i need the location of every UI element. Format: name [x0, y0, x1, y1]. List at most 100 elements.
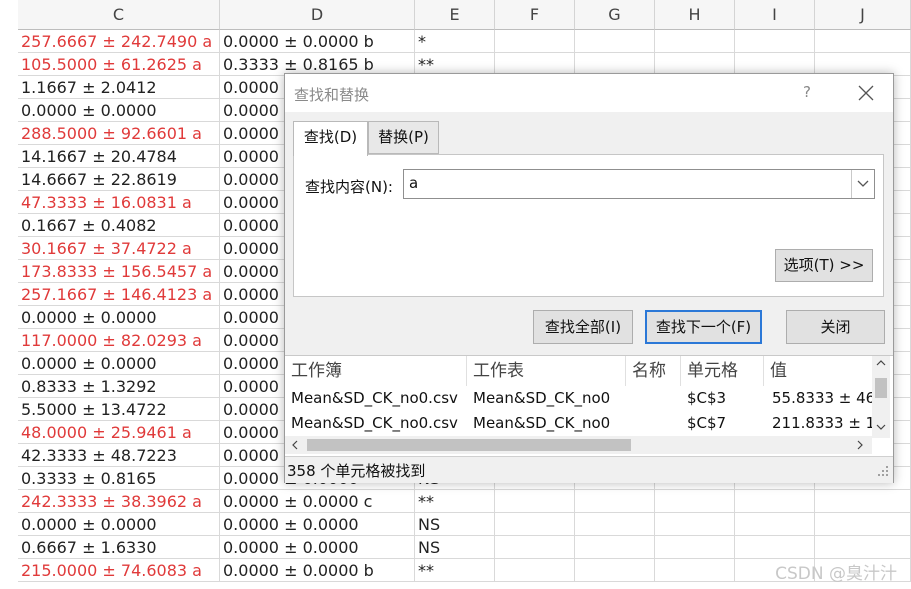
sheet-row: 257.6667 ± 242.7490 a 0.0000 ± 0.0000 b * [0, 30, 911, 53]
cell-c[interactable]: 257.6667 ± 242.7490 a [18, 30, 220, 53]
cell-c[interactable]: 14.6667 ± 22.8619 [18, 168, 220, 191]
cell-d[interactable]: 0.0000 ± 0.0000 [220, 536, 415, 559]
help-button[interactable]: ? [803, 83, 811, 101]
result-cell: $C$7 [687, 414, 727, 432]
vertical-scroll-arrows-icon [875, 360, 887, 430]
chevron-down-icon [857, 180, 869, 187]
find-next-button[interactable]: 查找下一个(F) [645, 310, 762, 344]
watermark: CSDN @臭汁汁 [775, 564, 897, 584]
cell-c[interactable]: 215.0000 ± 74.6083 a [18, 559, 220, 582]
cell-empty[interactable] [575, 490, 655, 513]
cell-c[interactable]: 242.3333 ± 38.3962 a [18, 490, 220, 513]
cell-e[interactable]: ** [415, 490, 495, 513]
column-header-c[interactable]: C [18, 0, 220, 30]
cell-c[interactable]: 30.1667 ± 37.4722 a [18, 237, 220, 260]
cell-c[interactable]: 0.6667 ± 1.6330 [18, 536, 220, 559]
find-all-button[interactable]: 查找全部(I) [533, 310, 633, 344]
tab-find[interactable]: 查找(D) [293, 121, 368, 156]
results-header-name[interactable]: 名称 [626, 356, 681, 386]
result-value: 211.8333 ± 1 [772, 414, 872, 432]
cell-empty[interactable] [735, 30, 815, 53]
column-header-e[interactable]: E [415, 0, 495, 30]
cell-empty[interactable] [575, 536, 655, 559]
cell-empty[interactable] [735, 513, 815, 536]
cell-empty[interactable] [495, 490, 575, 513]
cell-empty[interactable] [735, 490, 815, 513]
resize-grip-icon[interactable] [877, 465, 889, 477]
cell-c[interactable]: 42.3333 ± 48.7223 [18, 444, 220, 467]
find-label: 查找内容(N): [305, 178, 393, 196]
cell-empty[interactable] [655, 559, 735, 582]
results-header-workbook[interactable]: 工作簿 [285, 356, 467, 386]
cell-empty[interactable] [575, 513, 655, 536]
dialog-title: 查找和替换 [294, 86, 370, 104]
result-sheet: Mean&SD_CK_no0 [473, 414, 611, 432]
cell-empty[interactable] [575, 30, 655, 53]
cell-e[interactable]: NS [415, 536, 495, 559]
options-button[interactable]: 选项(T) >> [775, 249, 873, 282]
cell-c[interactable]: 117.0000 ± 82.0293 a [18, 329, 220, 352]
result-cell: $C$3 [687, 389, 727, 407]
cell-empty[interactable] [815, 490, 911, 513]
cell-c[interactable]: 0.0000 ± 0.0000 [18, 306, 220, 329]
column-header-h[interactable]: H [655, 0, 735, 30]
results-horizontal-scrollbar[interactable] [285, 436, 872, 454]
cell-empty[interactable] [655, 30, 735, 53]
results-header-value[interactable]: 值 [764, 356, 872, 386]
cell-empty[interactable] [815, 536, 911, 559]
cell-c[interactable]: 288.5000 ± 92.6601 a [18, 122, 220, 145]
cell-c[interactable]: 14.1667 ± 20.4784 [18, 145, 220, 168]
find-value: a [409, 174, 419, 192]
match-count: 358 个单元格被找到 [287, 462, 426, 480]
cell-c[interactable]: 1.1667 ± 2.0412 [18, 76, 220, 99]
results-header-sheet[interactable]: 工作表 [467, 356, 626, 386]
cell-empty[interactable] [655, 536, 735, 559]
cell-d[interactable]: 0.0000 ± 0.0000 [220, 513, 415, 536]
cell-c[interactable]: 0.0000 ± 0.0000 [18, 99, 220, 122]
cell-c[interactable]: 48.0000 ± 25.9461 a [18, 421, 220, 444]
cell-c[interactable]: 0.0000 ± 0.0000 [18, 352, 220, 375]
cell-empty[interactable] [495, 559, 575, 582]
cell-c[interactable]: 0.3333 ± 0.8165 [18, 467, 220, 490]
cell-e[interactable]: NS [415, 513, 495, 536]
cell-empty[interactable] [655, 490, 735, 513]
cell-d[interactable]: 0.0000 ± 0.0000 b [220, 30, 415, 53]
cell-c[interactable]: 5.5000 ± 13.4722 [18, 398, 220, 421]
column-header-g[interactable]: G [575, 0, 655, 30]
cell-empty[interactable] [735, 536, 815, 559]
close-button[interactable]: 关闭 [786, 310, 885, 344]
cell-empty[interactable] [495, 513, 575, 536]
cell-empty[interactable] [495, 536, 575, 559]
horizontal-scroll-arrows-icon [292, 439, 863, 451]
find-input[interactable]: a [403, 169, 875, 199]
results-vertical-scrollbar[interactable] [872, 356, 890, 438]
results-list: 工作簿 工作表 名称 单元格 值 Mean&SD_CK_no0.csv Mean… [285, 355, 893, 457]
cell-e[interactable]: * [415, 30, 495, 53]
cell-c[interactable]: 257.1667 ± 146.4123 a [18, 283, 220, 306]
cell-empty[interactable] [575, 559, 655, 582]
cell-e[interactable]: ** [415, 559, 495, 582]
column-headers: CDEFGHIJ [0, 0, 911, 30]
tab-replace[interactable]: 替换(P) [368, 121, 439, 154]
column-header-d[interactable]: D [220, 0, 415, 30]
cell-empty[interactable] [815, 513, 911, 536]
cell-empty[interactable] [815, 30, 911, 53]
find-history-dropdown[interactable] [851, 170, 874, 198]
column-header-i[interactable]: I [735, 0, 815, 30]
column-header-f[interactable]: F [495, 0, 575, 30]
column-header-j[interactable]: J [815, 0, 911, 30]
cell-c[interactable]: 47.3333 ± 16.0831 a [18, 191, 220, 214]
cell-c[interactable]: 0.1667 ± 0.4082 [18, 214, 220, 237]
cell-empty[interactable] [495, 30, 575, 53]
cell-c[interactable]: 105.5000 ± 61.2625 a [18, 53, 220, 76]
cell-d[interactable]: 0.0000 ± 0.0000 b [220, 559, 415, 582]
sheet-row: 0.0000 ± 0.0000 0.0000 ± 0.0000 NS [0, 513, 911, 536]
cell-c[interactable]: 0.8333 ± 1.3292 [18, 375, 220, 398]
cell-d[interactable]: 0.0000 ± 0.0000 c [220, 490, 415, 513]
close-icon[interactable] [851, 78, 881, 108]
cell-c[interactable]: 173.8333 ± 156.5457 a [18, 260, 220, 283]
cell-empty[interactable] [655, 513, 735, 536]
cell-c[interactable]: 0.0000 ± 0.0000 [18, 513, 220, 536]
find-replace-dialog: 查找和替换 ? 查找(D) 替换(P) 查找内容(N): a 选项(T) >> … [284, 73, 894, 483]
results-header-cell[interactable]: 单元格 [681, 356, 764, 386]
